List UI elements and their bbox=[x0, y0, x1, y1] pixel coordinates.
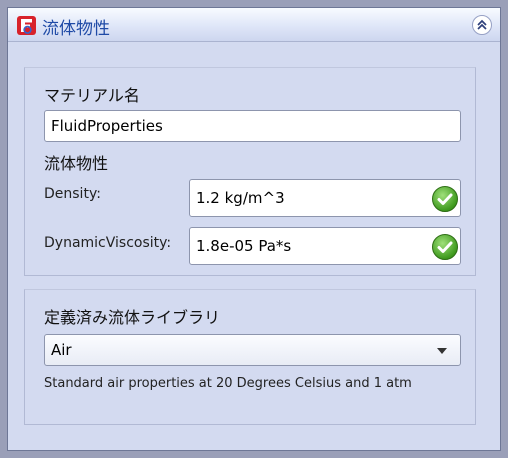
density-valid-check-icon bbox=[432, 186, 458, 212]
chevron-up-icon bbox=[477, 19, 487, 30]
fluid-library-heading: 定義済み流体ライブラリ bbox=[44, 308, 221, 327]
material-name-input[interactable]: FluidProperties bbox=[44, 110, 461, 142]
freecad-logo-icon bbox=[17, 16, 36, 35]
density-label: Density: bbox=[44, 186, 101, 202]
dynamic-viscosity-input[interactable]: 1.8e-05 Pa*s bbox=[189, 227, 461, 265]
viscosity-valid-check-icon bbox=[432, 234, 458, 260]
fluid-library-selected-value: Air bbox=[51, 341, 72, 359]
density-input[interactable]: 1.2 kg/m^3 bbox=[189, 179, 461, 217]
dropdown-arrow-icon bbox=[437, 348, 447, 354]
material-name-heading: マテリアル名 bbox=[44, 86, 140, 105]
fluid-properties-heading: 流体物性 bbox=[44, 154, 109, 173]
panel-title: 流体物性 bbox=[42, 19, 110, 39]
panel-titlebar[interactable]: 流体物性 bbox=[8, 8, 500, 42]
fluid-library-select[interactable]: Air bbox=[44, 334, 461, 366]
fluid-description: Standard air properties at 20 Degrees Ce… bbox=[44, 376, 412, 391]
collapse-button[interactable] bbox=[472, 15, 492, 35]
dynamic-viscosity-label: DynamicViscosity: bbox=[44, 235, 172, 251]
